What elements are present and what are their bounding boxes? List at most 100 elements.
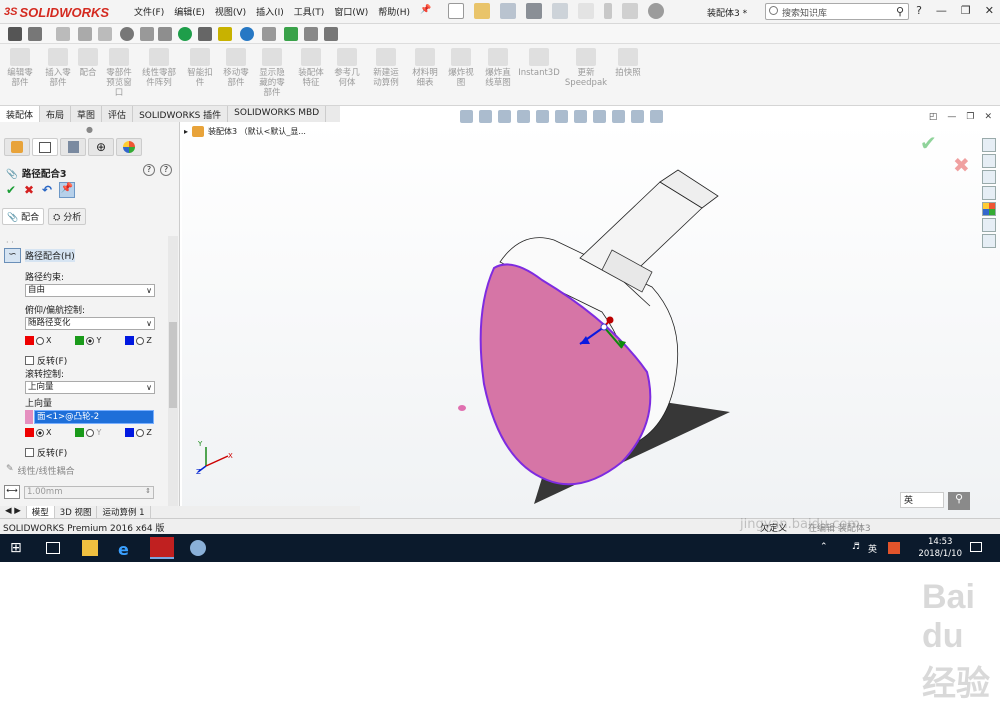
distance-input[interactable]: 1.00mm ⇕ [24, 486, 154, 499]
dimxpert-tab[interactable]: ⊕ [88, 138, 114, 156]
input-method-icon[interactable] [888, 542, 900, 554]
keep-visible-pin-icon[interactable]: 📌 [59, 182, 75, 198]
display-manager-tab[interactable] [116, 138, 142, 156]
scrollbar-thumb[interactable] [169, 322, 177, 408]
menu-view[interactable]: 视图(V) [215, 5, 246, 18]
edge-browser-icon[interactable]: e [118, 540, 134, 559]
tab-mbd[interactable]: SOLIDWORKS MBD [228, 106, 327, 122]
undo-icon[interactable]: ↶ [42, 183, 52, 197]
path-constraint-select[interactable]: 自由 ∨ [25, 284, 155, 297]
new-motion-study-button[interactable]: 新建运 动算例 [368, 48, 404, 88]
display-icon[interactable] [262, 27, 276, 41]
search-knowledge-base[interactable]: 搜索知识库 ⚲ [765, 3, 909, 20]
new-document-icon[interactable] [448, 3, 464, 19]
save-icon[interactable] [500, 3, 516, 19]
show-hidden-button[interactable]: 显示隐 藏的零 部件 [254, 48, 290, 98]
open-icon[interactable] [474, 3, 490, 19]
edit-component-button[interactable]: 编辑零 部件 [2, 48, 38, 88]
sketch-line-icon[interactable] [28, 27, 42, 41]
viewport-close-button[interactable]: ✕ [984, 112, 992, 122]
mate-button[interactable]: 配合 [76, 48, 100, 78]
pin-icon[interactable]: 📌 [420, 5, 431, 18]
tab-addins[interactable]: SOLIDWORKS 插件 [133, 106, 229, 122]
windows-start-icon[interactable]: ⊞ [10, 540, 26, 556]
print-icon[interactable] [526, 3, 542, 19]
previous-view-icon[interactable] [498, 110, 511, 123]
options-gear-icon[interactable] [648, 3, 664, 19]
ime-indicator[interactable]: 英 [900, 492, 944, 508]
feature-tree-flyout[interactable]: ▸ 装配体3 （默认<默认_显... [184, 126, 306, 137]
explode-line-sketch-button[interactable]: 爆炸直 线草图 [480, 48, 516, 88]
pitch-yaw-select[interactable]: 随路径变化 ∨ [25, 317, 155, 330]
menu-insert[interactable]: 插入(I) [256, 5, 284, 18]
assembly-features-button[interactable]: 装配体 特征 [294, 48, 328, 88]
mate-icon[interactable] [218, 27, 232, 41]
bom-button[interactable]: 材料明 细表 [408, 48, 442, 88]
property-manager-tab[interactable] [32, 138, 58, 156]
linear-pattern-button[interactable]: 线性零部 件阵列 [138, 48, 180, 88]
measure-icon[interactable] [198, 27, 212, 41]
watermark-search-icon[interactable]: ⚲ [948, 492, 970, 510]
system-clock[interactable]: 14:53 2018/1/10 [918, 536, 962, 560]
close-button[interactable]: ✕ [985, 4, 994, 17]
cancel-x-icon[interactable]: ✖ [24, 183, 34, 197]
tab-assembly[interactable]: 装配体 [0, 106, 41, 122]
search-icon[interactable]: ⚲ [896, 5, 904, 18]
tray-up-arrow-icon[interactable]: ⌃ [820, 542, 828, 552]
flip-checkbox-2[interactable]: 反转(F) [25, 446, 67, 459]
component-icon[interactable] [56, 27, 70, 41]
radio-x[interactable]: X [25, 428, 51, 437]
appearances-icon[interactable] [982, 202, 996, 216]
reference-geometry-button[interactable]: 参考几 何体 [330, 48, 364, 88]
sensor-icon[interactable] [158, 27, 172, 41]
configuration-manager-tab[interactable] [60, 138, 86, 156]
menu-help[interactable]: 帮助(H) [378, 5, 410, 18]
exploded-view-button[interactable]: 爆炸视 图 [444, 48, 478, 88]
undo-icon[interactable] [552, 3, 568, 19]
confirm-cancel-icon[interactable]: ✖ [953, 153, 970, 177]
detailed-help-icon[interactable]: ? [160, 164, 172, 176]
zoom-icon[interactable] [240, 27, 254, 41]
path-mate-type[interactable]: ∽ 路径配合(H) [4, 248, 75, 263]
zoom-to-fit-icon[interactable] [460, 110, 473, 123]
flip-checkbox-1[interactable]: 反转(F) [25, 354, 67, 367]
design-library-icon[interactable] [982, 154, 996, 168]
tab-sketch[interactable]: 草图 [71, 106, 103, 122]
restore-button[interactable]: ❐ [961, 4, 971, 17]
edit-appearance-icon[interactable] [612, 110, 625, 123]
forum-icon[interactable] [982, 234, 996, 248]
minimize-button[interactable]: — [936, 4, 947, 17]
menu-tools[interactable]: 工具(T) [294, 5, 325, 18]
sketch-point-icon[interactable] [8, 27, 22, 41]
zoom-to-area-icon[interactable] [479, 110, 492, 123]
tab-analysis[interactable]: ⛭ 分析 [48, 208, 87, 225]
feature-manager-tab[interactable] [4, 138, 30, 156]
smart-fasteners-button[interactable]: 智能扣 件 [182, 48, 218, 88]
traffic-light-icon[interactable] [604, 3, 612, 19]
help-icon[interactable]: ? [916, 4, 922, 17]
ok-check-icon[interactable]: ✔ [6, 183, 16, 197]
radio-z[interactable]: Z [125, 336, 152, 345]
export-icon[interactable] [284, 27, 298, 41]
radio-y[interactable]: Y [75, 428, 101, 437]
select-icon[interactable] [578, 3, 594, 19]
view-orientation-icon[interactable] [555, 110, 568, 123]
graphics-area[interactable]: Y X Z ✔ ✖ ▸ 装配体3 （默认<默认_显... ◰ — ❐ ✕ Bai… [182, 110, 1000, 703]
help-icon[interactable]: ? [143, 164, 155, 176]
location-icon[interactable] [178, 27, 192, 41]
hide-show-items-icon[interactable] [593, 110, 606, 123]
tab-mates[interactable]: 📎 配合 [2, 208, 45, 225]
notification-icon[interactable] [970, 542, 982, 552]
take-snapshot-button[interactable]: 拍快照 [610, 48, 646, 78]
display-style-icon[interactable] [574, 110, 587, 123]
confirm-ok-icon[interactable]: ✔ [920, 131, 937, 155]
solidworks-logo[interactable]: 3S SOLIDWORKS [4, 3, 109, 21]
apply-scene-icon[interactable] [631, 110, 644, 123]
panel-scrollbar[interactable] [168, 236, 178, 506]
section-view-icon[interactable] [517, 110, 530, 123]
tab-layout[interactable]: 布局 [40, 106, 72, 122]
screen-capture-icon[interactable] [324, 27, 338, 41]
tray-ime-label[interactable]: 英 [868, 542, 877, 555]
viewport-tile-icon[interactable]: ◰ [929, 112, 938, 122]
nav-arrows[interactable]: ◀ ▶ [0, 506, 27, 518]
